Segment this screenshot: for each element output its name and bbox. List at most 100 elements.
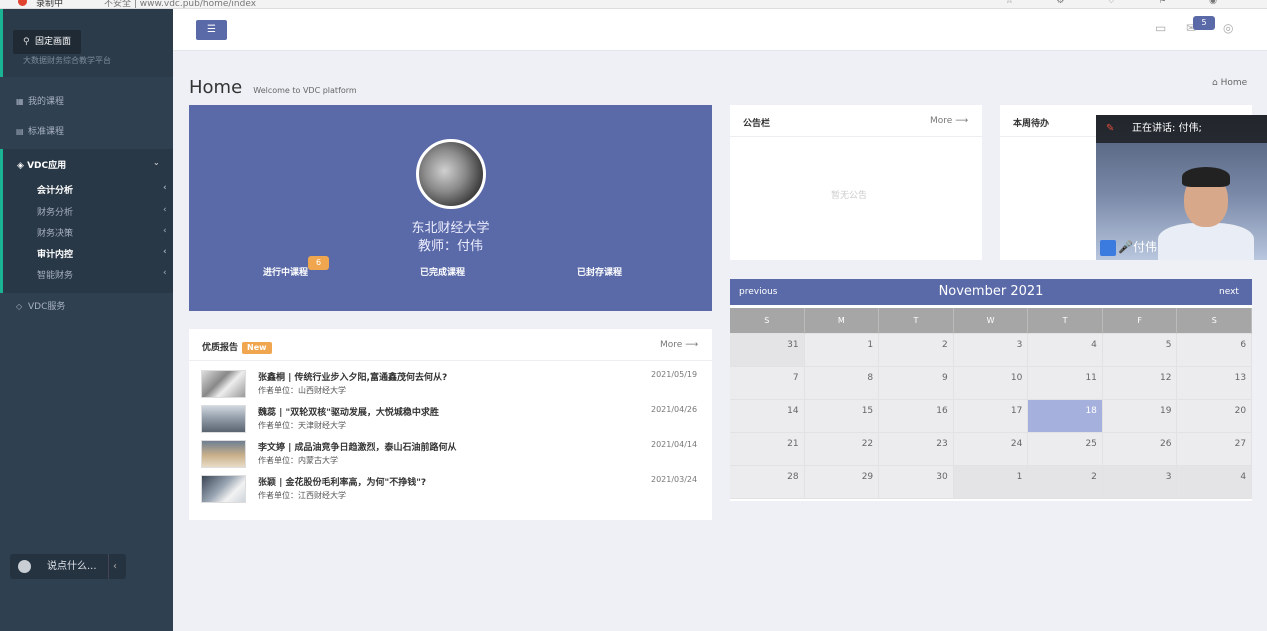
calendar-day[interactable]: 3 xyxy=(953,334,1029,367)
divider xyxy=(189,360,712,361)
chevron-left-icon: ‹ xyxy=(163,205,167,215)
sidebar-item-standard-courses[interactable]: ▤ 标准课程 xyxy=(0,117,173,147)
mic-icon: 🎤 xyxy=(1118,240,1133,254)
calendar-day[interactable]: 21 xyxy=(730,433,805,466)
home-icon: ⌂ xyxy=(1212,78,1221,88)
calendar-day[interactable]: 2 xyxy=(879,334,954,367)
calendar-day[interactable]: 7 xyxy=(730,367,805,400)
calendar-day[interactable]: 1 xyxy=(953,466,1029,499)
page-title: Home xyxy=(189,77,243,98)
pin-icon: ⚲ xyxy=(23,37,30,47)
calendar-day[interactable]: 11 xyxy=(1028,367,1103,400)
sidebar-item-vdc-apps[interactable]: ◈ VDC应用 ⌄ xyxy=(17,158,160,171)
chat-placeholder: 说点什么... xyxy=(47,561,97,572)
calendar-day[interactable]: 13 xyxy=(1177,367,1253,400)
calendar-day[interactable]: 12 xyxy=(1102,367,1178,400)
report-item[interactable]: 张颖 | 金花股份毛利率高，为何"不挣钱"? 作者单位：江西财经大学 2021/… xyxy=(201,474,701,506)
calendar-day[interactable]: 22 xyxy=(804,433,880,466)
calendar-next-button[interactable]: next xyxy=(1219,287,1239,297)
calendar-day[interactable]: 14 xyxy=(730,400,805,433)
calendar-day[interactable]: 3 xyxy=(1102,466,1178,499)
tab-completed-courses[interactable]: 已完成课程 xyxy=(420,265,465,278)
school-name: 东北财经大学 xyxy=(411,221,490,236)
calendar-day[interactable]: 9 xyxy=(879,367,954,400)
emoji-icon[interactable] xyxy=(18,560,31,573)
sidebar-subitem-financial-analysis[interactable]: 财务分析 ‹ xyxy=(37,205,167,218)
sidebar-subitem-financial-decision[interactable]: 财务决策 ‹ xyxy=(37,226,167,239)
diamond-icon: ◇ xyxy=(16,302,23,311)
more-label: More xyxy=(930,116,953,126)
reports-more-link[interactable]: More ⟶ xyxy=(660,340,698,350)
chevron-left-icon: ‹ xyxy=(163,247,167,257)
browser-toolbar: 录制中 不安全 | www.vdc.pub/home/index ☆ ⚙ ♡ ⚑… xyxy=(0,0,1267,9)
pin-tooltip[interactable]: ⚲ 固定画面 xyxy=(13,30,82,54)
sidebar-subitem-accounting-analysis[interactable]: 会计分析 ‹ xyxy=(37,183,167,196)
calendar-day[interactable]: 19 xyxy=(1102,400,1178,433)
user-avatar-icon[interactable]: ◎ xyxy=(1223,21,1233,35)
menu-toggle-button[interactable]: ☰ xyxy=(196,20,227,40)
breadcrumb[interactable]: ⌂ Home xyxy=(1212,78,1247,88)
report-date: 2021/05/19 xyxy=(651,370,698,379)
reports-title: 优质报告 New xyxy=(202,340,272,354)
calendar-day[interactable]: 10 xyxy=(953,367,1029,400)
monitor-icon[interactable]: ▭ xyxy=(1155,21,1166,35)
calendar-day[interactable]: 29 xyxy=(804,466,880,499)
calendar-day[interactable]: 20 xyxy=(1177,400,1253,433)
report-item[interactable]: 李文婷 | 成品油竞争日趋激烈，泰山石油前路何从 作者单位：内蒙古大学 2021… xyxy=(201,439,701,471)
report-thumbnail xyxy=(201,440,246,468)
collapse-chat-icon[interactable]: ‹ xyxy=(108,554,117,579)
report-title[interactable]: 魏蕊 | "双轮双核"驱动发展，大悦城稳中求胜 xyxy=(258,405,439,418)
notice-title: 公告栏 xyxy=(743,119,771,129)
calendar-day[interactable]: 15 xyxy=(804,400,880,433)
calendar-day[interactable]: 16 xyxy=(879,400,954,433)
calendar-day[interactable]: 4 xyxy=(1177,466,1253,499)
calendar-day[interactable]: 31 xyxy=(730,334,805,367)
report-date: 2021/04/26 xyxy=(651,405,698,414)
calendar-day[interactable]: 25 xyxy=(1028,433,1103,466)
calendar-day[interactable]: 2 xyxy=(1028,466,1103,499)
calendar-day[interactable]: 30 xyxy=(879,466,954,499)
person-icon xyxy=(1100,239,1116,256)
calendar-day[interactable]: 5 xyxy=(1102,334,1178,367)
avatar xyxy=(416,139,486,209)
report-thumbnail xyxy=(201,475,246,503)
calendar-day-today[interactable]: 18 xyxy=(1028,400,1103,433)
report-title[interactable]: 李文婷 | 成品油竞争日趋激烈，泰山石油前路何从 xyxy=(258,440,457,453)
breadcrumb-home: Home xyxy=(1220,78,1248,88)
todo-title: 本周待办 xyxy=(1013,119,1050,129)
chat-input[interactable]: 说点什么... ‹ xyxy=(10,554,126,579)
divider xyxy=(730,136,982,137)
weekday-label: S xyxy=(1177,308,1253,334)
arrow-right-icon: ⟶ xyxy=(955,116,969,126)
calendar-day[interactable]: 24 xyxy=(953,433,1029,466)
calendar-day[interactable]: 23 xyxy=(879,433,954,466)
recording-label: 录制中 xyxy=(36,0,64,9)
calendar-week-row: 21 22 23 24 25 26 27 xyxy=(730,433,1253,466)
calendar-day[interactable]: 8 xyxy=(804,367,880,400)
sidebar-item-vdc-service[interactable]: ◇ VDC服务 xyxy=(0,292,173,322)
report-item[interactable]: 魏蕊 | "双轮双核"驱动发展，大悦城稳中求胜 作者单位：天津财经大学 2021… xyxy=(201,404,701,436)
tab-archived-courses[interactable]: 已封存课程 xyxy=(577,265,622,278)
report-title[interactable]: 张鑫桐 | 传统行业步入夕阳,富通鑫茂何去何从? xyxy=(258,370,447,383)
calendar-day[interactable]: 6 xyxy=(1177,334,1253,367)
tab-ongoing-courses[interactable]: 进行中课程 xyxy=(263,265,308,278)
message-count-badge: 5 xyxy=(1193,16,1215,30)
video-call-overlay[interactable]: ✎ 正在讲话: 付伟; 🎤付伟 xyxy=(1096,115,1267,260)
sidebar-item-my-courses[interactable]: ▦ 我的课程 xyxy=(0,87,173,117)
calendar-day[interactable]: 27 xyxy=(1177,433,1253,466)
report-title[interactable]: 张颖 | 金花股份毛利率高，为何"不挣钱"? xyxy=(258,475,426,488)
sidebar-subitem-audit-control[interactable]: 审计内控 ‹ xyxy=(37,247,167,260)
notice-more-link[interactable]: More ⟶ xyxy=(930,116,968,126)
calendar-day[interactable]: 28 xyxy=(730,466,805,499)
address-bar[interactable]: 不安全 | www.vdc.pub/home/index xyxy=(104,0,256,8)
browser-extension-icons[interactable]: ☆ ⚙ ♡ ⚑ ◉ xyxy=(1005,0,1237,6)
report-item[interactable]: 张鑫桐 | 传统行业步入夕阳,富通鑫茂何去何从? 作者单位：山西财经大学 202… xyxy=(201,369,701,401)
sidebar-subitem-smart-finance[interactable]: 智能财务 ‹ xyxy=(37,268,167,281)
calendar-day[interactable]: 4 xyxy=(1028,334,1103,367)
calendar-grid: S M T W T F S 31 1 2 3 4 5 6 7 8 9 10 11… xyxy=(730,308,1253,499)
calendar-day[interactable]: 17 xyxy=(953,400,1029,433)
grid-icon: ▦ xyxy=(16,97,24,106)
book-icon: ▤ xyxy=(16,127,24,136)
calendar-day[interactable]: 1 xyxy=(804,334,880,367)
calendar-day[interactable]: 26 xyxy=(1102,433,1178,466)
